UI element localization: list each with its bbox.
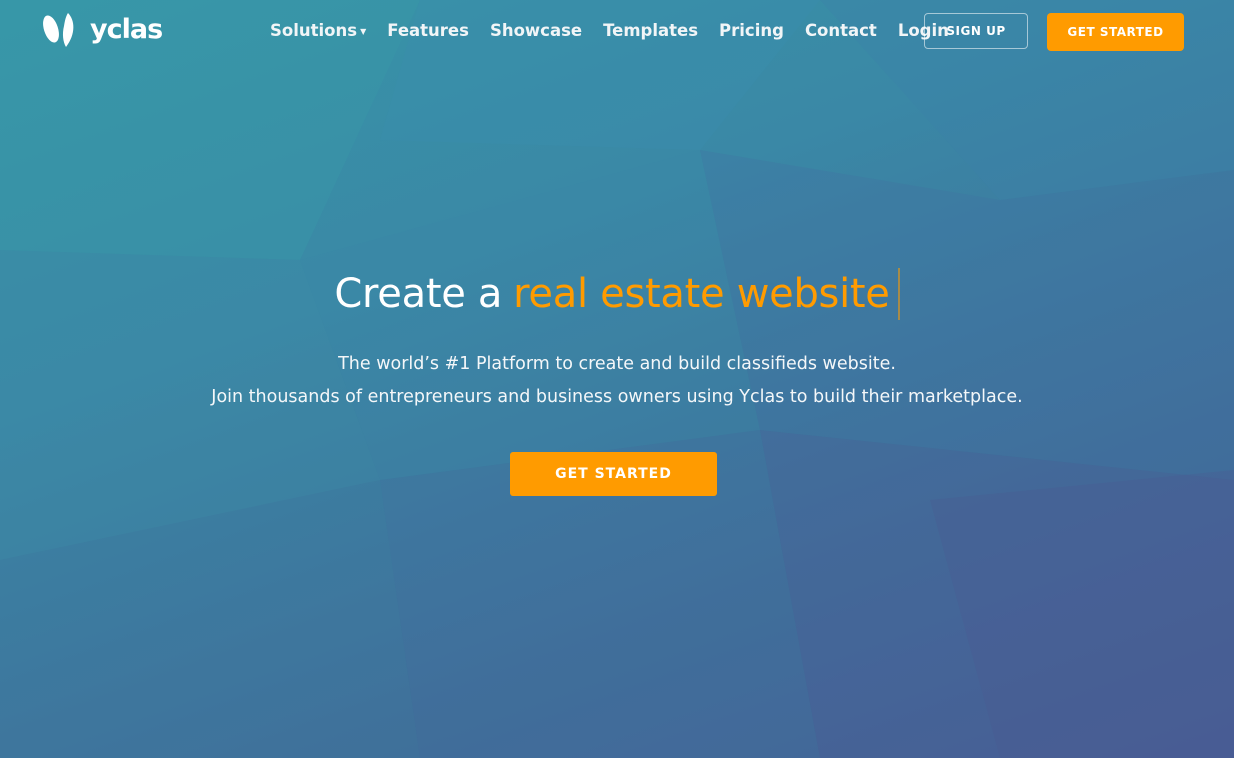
logo[interactable]: yclas (42, 12, 163, 48)
typing-cursor (897, 268, 900, 320)
nav-item-pricing[interactable]: Pricing (719, 21, 784, 40)
subtitle-line-2: Join thousands of entrepreneurs and busi… (211, 387, 1023, 407)
main-menu: Solutions ▼ Features Showcase Templates … (270, 19, 970, 41)
headline-accent: real estate website (513, 271, 890, 317)
subtitle-line-1: The world’s #1 Platform to create and bu… (338, 354, 896, 374)
nav-item-label: Pricing (719, 20, 784, 40)
get-started-nav-button[interactable]: GET STARTED (1047, 13, 1184, 51)
chevron-down-icon: ▼ (360, 27, 367, 36)
hero-subtitle: The world’s #1 Platform to create and bu… (0, 348, 1234, 414)
nav-item-label: Templates (603, 20, 699, 40)
nav-item-features[interactable]: Features (387, 21, 469, 40)
nav-item-label: Contact (804, 20, 877, 40)
nav-item-label: Features (387, 20, 469, 40)
nav-item-label: Solutions (270, 20, 358, 40)
nav-item-showcase[interactable]: Showcase (490, 21, 582, 40)
get-started-hero-button[interactable]: GET STARTED (510, 452, 717, 496)
hero-headline: Create a real estate website (0, 262, 1234, 326)
yclas-y-logo-icon (42, 12, 80, 48)
hero-section: Create a real estate website The world’s… (0, 262, 1234, 414)
nav-item-contact[interactable]: Contact (805, 21, 877, 40)
brand-name: yclas (90, 14, 163, 45)
nav-item-label: Showcase (489, 20, 583, 40)
headline-prefix: Create a (334, 271, 503, 317)
nav-item-solutions[interactable]: Solutions ▼ (270, 21, 366, 40)
sign-up-button[interactable]: SIGN UP (924, 13, 1028, 49)
top-navigation: yclas Solutions ▼ Features Showcase Temp… (0, 0, 1234, 62)
nav-item-templates[interactable]: Templates (603, 21, 698, 40)
